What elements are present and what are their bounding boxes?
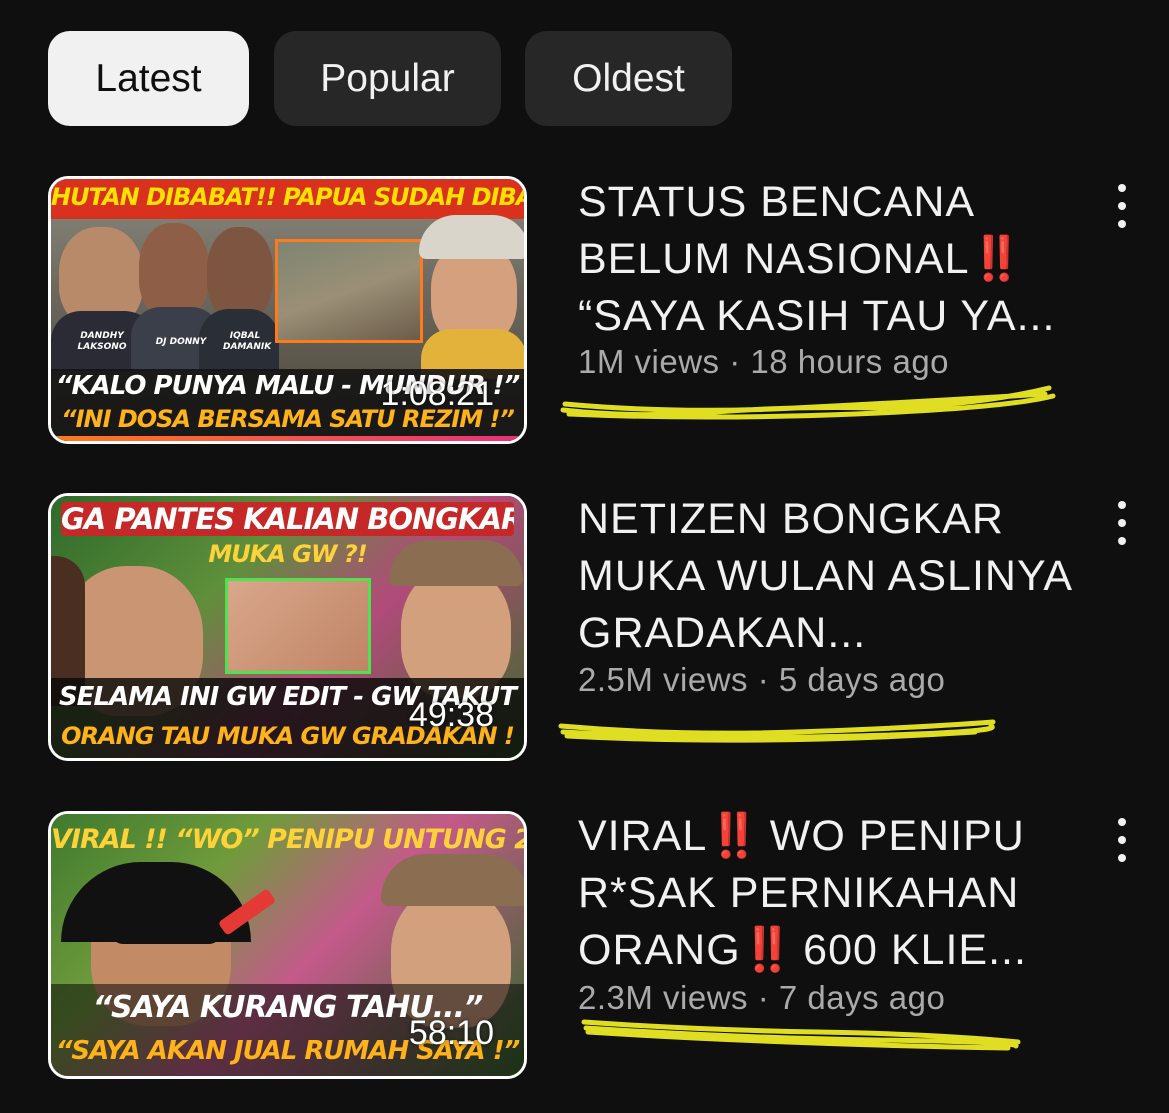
highlight-squiggle	[560, 385, 1056, 420]
meta-separator: ·	[757, 661, 770, 698]
video-duration: 58:10	[408, 1014, 494, 1052]
video-meta: 2.5M views · 5 days ago	[578, 661, 945, 699]
thumbnail-inset-photo	[275, 239, 423, 343]
thumbnail-name-label: DJ DONNY	[155, 337, 207, 347]
thumbnail-headline: VIRAL !! “WO” PENIPU UNTUNG 29 M !?	[51, 824, 524, 855]
video-duration: 1:08:21	[380, 375, 494, 413]
highlight-squiggle	[581, 1019, 1021, 1051]
more-options-icon[interactable]	[1112, 501, 1132, 545]
thumbnail-name-label: IQBAL DAMANIK	[223, 331, 272, 352]
thumbnail-name-label: DANDHY LAKSONO	[77, 331, 127, 352]
view-count: 2.5M views	[578, 661, 749, 698]
video-duration: 49:38	[408, 696, 494, 734]
highlight-squiggle	[558, 719, 996, 743]
more-options-icon[interactable]	[1112, 184, 1132, 228]
video-title[interactable]: STATUS BENCANA BELUM NASIONAL‼️ “SAYA KA…	[578, 174, 1088, 345]
thumbnail-inset-photo	[225, 578, 371, 674]
video-title[interactable]: NETIZEN BONGKAR MUKA WULAN ASLINYA GRADA…	[578, 491, 1088, 662]
filter-oldest-chip[interactable]: Oldest	[525, 31, 732, 126]
video-thumbnail[interactable]: VIRAL !! “WO” PENIPU UNTUNG 29 M !? “SAY…	[48, 811, 527, 1079]
more-options-icon[interactable]	[1112, 818, 1132, 862]
upload-age: 5 days ago	[778, 661, 946, 698]
video-thumbnail[interactable]: HUTAN DIBABAT!! PAPUA SUDAH DIBAGI2 IZIN…	[48, 176, 527, 444]
thumbnail-person	[207, 227, 273, 319]
filter-popular-chip[interactable]: Popular	[274, 31, 501, 126]
thumbnail-person	[139, 223, 209, 319]
video-title[interactable]: VIRAL‼️ WO PENIPU R*SAK PERNIKAHAN ORANG…	[578, 808, 1088, 979]
thumbnail-headline: HUTAN DIBABAT!! PAPUA SUDAH DIBAGI2 IZIN…	[51, 183, 524, 211]
thumbnail-headline: GA PANTES KALIAN BONGKAR	[61, 502, 514, 536]
filter-latest-chip[interactable]: Latest	[48, 31, 249, 126]
video-thumbnail[interactable]: GA PANTES KALIAN BONGKAR MUKA GW ?! SELA…	[48, 493, 527, 761]
